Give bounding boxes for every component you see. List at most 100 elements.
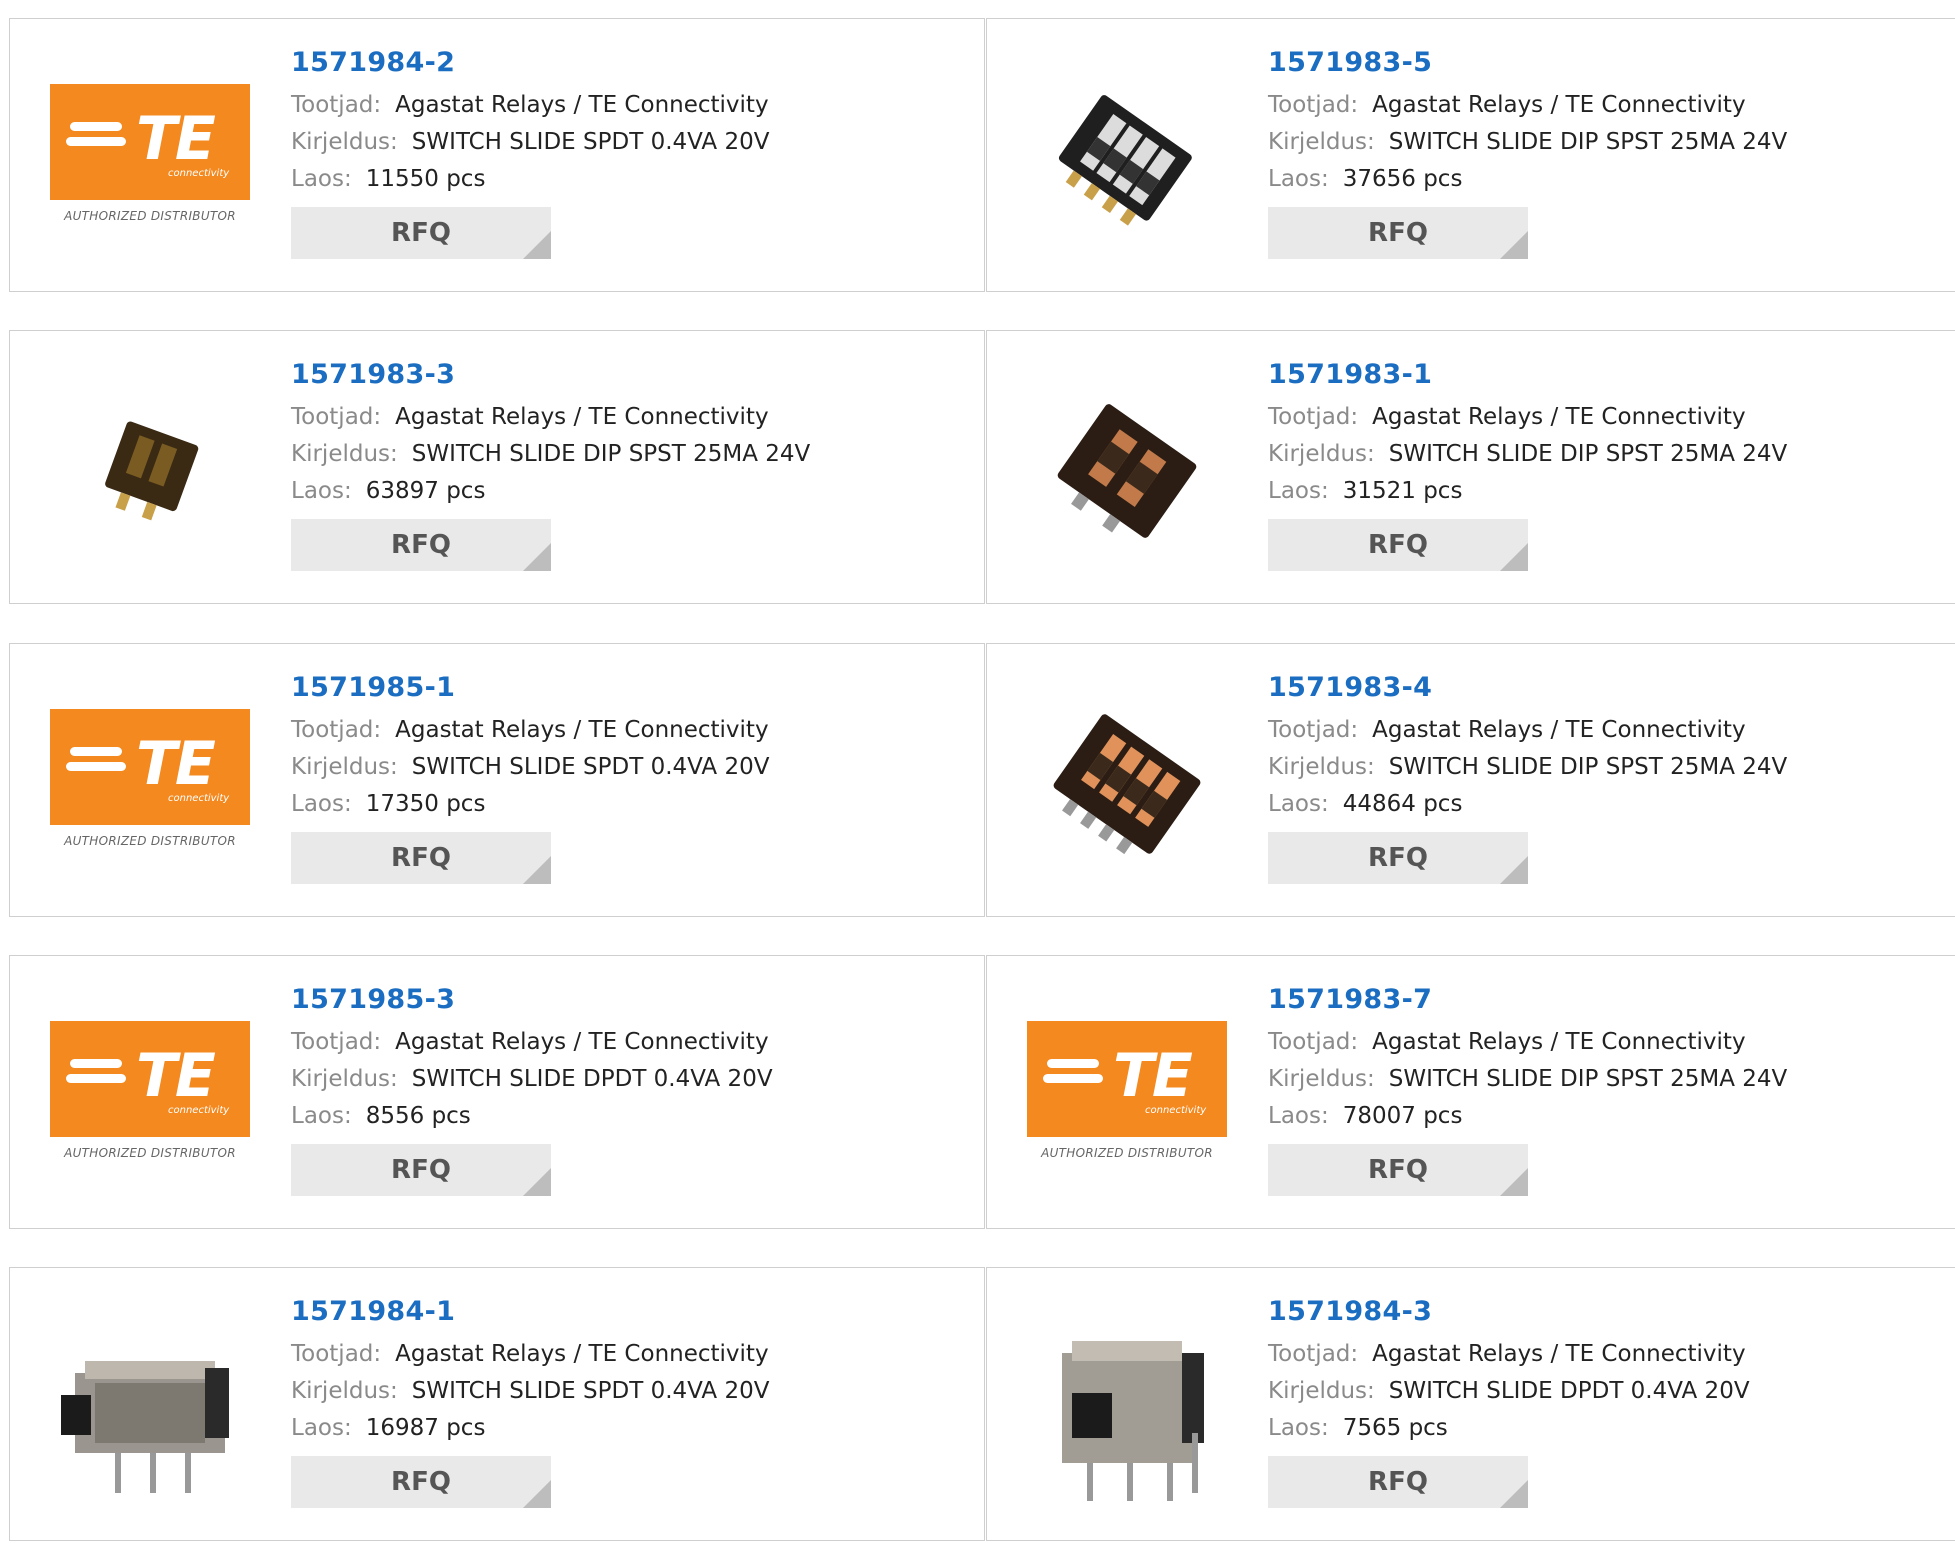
description-label: Kirjeldus: — [291, 1066, 398, 1092]
stock-value: 63897 pcs — [365, 478, 486, 504]
stock-label: Laos: — [291, 1103, 352, 1129]
manufacturer-value: Agastat Relays / TE Connectivity — [1372, 1029, 1746, 1055]
product-info: 1571984-3 Tootjad: Agastat Relays / TE Con… — [1268, 1296, 1750, 1508]
product-image[interactable]: TE connectivity AUTHORIZED DISTRIBUTOR — [1027, 996, 1227, 1196]
stock-line: Laos: 78007 pcs — [1268, 1105, 1787, 1128]
manufacturer-label: Tootjad: — [291, 1029, 382, 1055]
description-label: Kirjeldus: — [291, 754, 398, 780]
product-image[interactable]: TE connectivity AUTHORIZED DISTRIBUTOR — [50, 996, 250, 1196]
stock-label: Laos: — [291, 478, 352, 504]
product-info: 1571983-4 Tootjad: Agastat Relays / TE Con… — [1268, 672, 1787, 884]
stock-value: 31521 pcs — [1342, 478, 1463, 504]
rfq-button[interactable]: RFQ — [1268, 1456, 1528, 1508]
dip-switch-4-brown-icon — [1053, 714, 1201, 855]
manufacturer-line: Tootjad: Agastat Relays / TE Connectivity — [291, 406, 810, 429]
product-card: TE connectivity AUTHORIZED DISTRIBUTOR 1… — [9, 18, 985, 292]
description-label: Kirjeldus: — [291, 1378, 398, 1404]
description-value: SWITCH SLIDE SPDT 0.4VA 20V — [411, 1378, 770, 1404]
stock-value: 78007 pcs — [1342, 1103, 1463, 1129]
description-value: SWITCH SLIDE DIP SPST 25MA 24V — [1388, 1066, 1788, 1092]
description-line: Kirjeldus: SWITCH SLIDE DIP SPST 25MA 24V — [1268, 131, 1787, 154]
stock-line: Laos: 44864 pcs — [1268, 793, 1787, 816]
part-number-link[interactable]: 1571983-5 — [1268, 47, 1787, 78]
stock-line: Laos: 17350 pcs — [291, 793, 769, 816]
product-info: 1571983-7 Tootjad: Agastat Relays / TE Con… — [1268, 984, 1787, 1196]
rfq-button[interactable]: RFQ — [291, 1456, 551, 1508]
product-image[interactable] — [1027, 684, 1227, 884]
rfq-button[interactable]: RFQ — [291, 832, 551, 884]
manufacturer-line: Tootjad: Agastat Relays / TE Connectivity — [1268, 1343, 1750, 1366]
part-number-link[interactable]: 1571985-3 — [291, 984, 773, 1015]
manufacturer-line: Tootjad: Agastat Relays / TE Connectivity — [1268, 719, 1787, 742]
part-number-link[interactable]: 1571983-4 — [1268, 672, 1787, 703]
te-logo: TE connectivity AUTHORIZED DISTRIBUTOR — [1027, 1021, 1227, 1171]
rfq-button[interactable]: RFQ — [291, 1144, 551, 1196]
manufacturer-value: Agastat Relays / TE Connectivity — [1372, 92, 1746, 118]
manufacturer-label: Tootjad: — [1268, 1341, 1359, 1367]
product-image[interactable] — [50, 371, 250, 571]
manufacturer-line: Tootjad: Agastat Relays / TE Connectivity — [1268, 406, 1787, 429]
rfq-button[interactable]: RFQ — [1268, 207, 1528, 259]
part-number-link[interactable]: 1571984-3 — [1268, 1296, 1750, 1327]
part-number-link[interactable]: 1571983-1 — [1268, 359, 1787, 390]
manufacturer-line: Tootjad: Agastat Relays / TE Connectivity — [291, 1031, 773, 1054]
te-logo-bars — [66, 122, 126, 152]
manufacturer-value: Agastat Relays / TE Connectivity — [395, 404, 769, 430]
part-number-link[interactable]: 1571983-7 — [1268, 984, 1787, 1015]
te-logo-sub: connectivity — [168, 793, 230, 804]
rfq-button[interactable]: RFQ — [1268, 832, 1528, 884]
part-number-link[interactable]: 1571983-3 — [291, 359, 810, 390]
stock-value: 11550 pcs — [365, 166, 486, 192]
description-value: SWITCH SLIDE DPDT 0.4VA 20V — [411, 1066, 773, 1092]
te-logo-box: TE connectivity — [50, 1021, 250, 1137]
slide-switch-metal-tall-icon — [1062, 1341, 1204, 1501]
te-logo-bars — [66, 747, 126, 777]
te-logo-text: TE — [136, 104, 216, 174]
product-row: 1571983-3 Tootjad: Agastat Relays / TE Con… — [9, 330, 1955, 606]
description-value: SWITCH SLIDE DIP SPST 25MA 24V — [1388, 129, 1788, 155]
te-logo-box: TE connectivity — [50, 84, 250, 200]
product-info: 1571984-1 Tootjad: Agastat Relays / TE Con… — [291, 1296, 769, 1508]
product-image[interactable] — [1027, 59, 1227, 259]
manufacturer-label: Tootjad: — [291, 717, 382, 743]
rfq-button[interactable]: RFQ — [291, 519, 551, 571]
authorized-distributor-label: AUTHORIZED DISTRIBUTOR — [1041, 1146, 1213, 1160]
product-image[interactable] — [50, 1308, 250, 1508]
manufacturer-value: Agastat Relays / TE Connectivity — [395, 92, 769, 118]
product-image[interactable]: TE connectivity AUTHORIZED DISTRIBUTOR — [50, 59, 250, 259]
te-logo-box: TE connectivity — [1027, 1021, 1227, 1137]
product-card: 1571983-1 Tootjad: Agastat Relays / TE Con… — [986, 330, 1955, 604]
stock-value: 16987 pcs — [365, 1415, 486, 1441]
rfq-button[interactable]: RFQ — [1268, 1144, 1528, 1196]
description-line: Kirjeldus: SWITCH SLIDE DPDT 0.4VA 20V — [291, 1068, 773, 1091]
product-image[interactable] — [1027, 1308, 1227, 1508]
product-info: 1571984-2 Tootjad: Agastat Relays / TE Con… — [291, 47, 769, 259]
rfq-button[interactable]: RFQ — [291, 207, 551, 259]
te-logo-sub: connectivity — [168, 168, 230, 179]
product-card: TE connectivity AUTHORIZED DISTRIBUTOR 1… — [9, 643, 985, 917]
product-image[interactable]: TE connectivity AUTHORIZED DISTRIBUTOR — [50, 684, 250, 884]
description-value: SWITCH SLIDE DIP SPST 25MA 24V — [1388, 441, 1788, 467]
product-card: TE connectivity AUTHORIZED DISTRIBUTOR 1… — [9, 955, 985, 1229]
product-image[interactable] — [1027, 371, 1227, 571]
part-number-link[interactable]: 1571984-1 — [291, 1296, 769, 1327]
stock-label: Laos: — [291, 166, 352, 192]
manufacturer-label: Tootjad: — [1268, 92, 1359, 118]
te-logo-sub: connectivity — [1145, 1105, 1207, 1116]
manufacturer-line: Tootjad: Agastat Relays / TE Connectivity — [291, 94, 769, 117]
part-number-link[interactable]: 1571985-1 — [291, 672, 769, 703]
product-info: 1571983-5 Tootjad: Agastat Relays / TE Con… — [1268, 47, 1787, 259]
authorized-distributor-label: AUTHORIZED DISTRIBUTOR — [64, 1146, 236, 1160]
description-label: Kirjeldus: — [1268, 129, 1375, 155]
manufacturer-value: Agastat Relays / TE Connectivity — [1372, 717, 1746, 743]
rfq-button[interactable]: RFQ — [1268, 519, 1528, 571]
manufacturer-value: Agastat Relays / TE Connectivity — [1372, 404, 1746, 430]
description-line: Kirjeldus: SWITCH SLIDE DPDT 0.4VA 20V — [1268, 1380, 1750, 1403]
description-label: Kirjeldus: — [1268, 1066, 1375, 1092]
manufacturer-line: Tootjad: Agastat Relays / TE Connectivity — [291, 719, 769, 742]
authorized-distributor-label: AUTHORIZED DISTRIBUTOR — [64, 834, 236, 848]
part-number-link[interactable]: 1571984-2 — [291, 47, 769, 78]
stock-label: Laos: — [1268, 791, 1329, 817]
stock-label: Laos: — [291, 1415, 352, 1441]
product-card: 1571983-3 Tootjad: Agastat Relays / TE Con… — [9, 330, 985, 604]
